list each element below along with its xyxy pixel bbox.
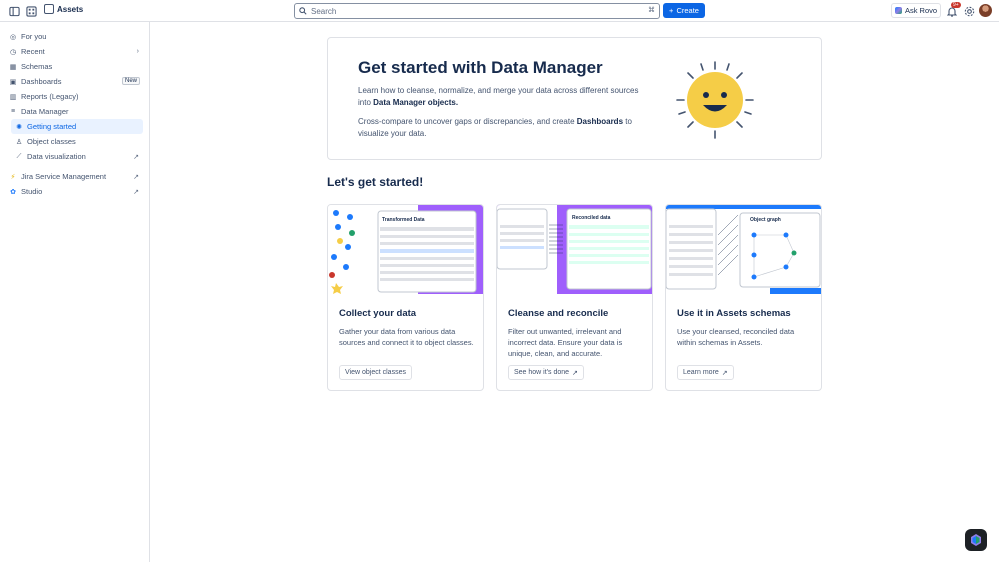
create-button[interactable]: + Create [663,3,705,18]
sidebar-item-label: Jira Service Management [21,172,107,181]
external-link-icon: ↗ [572,369,578,377]
sidebar-item-label: Recent [21,47,45,56]
card-description: Gather your data from various data sourc… [339,327,474,347]
thumb-label: Reconciled data [572,215,611,221]
person-icon: ◎ [9,33,17,41]
studio-icon: ✿ [10,188,16,196]
sidebar-item-label: Object classes [27,137,76,146]
hero-description-2: Cross-compare to uncover gaps or discrep… [358,116,648,140]
sidebar-item-label: Schemas [21,62,53,71]
hero-text: Cross-compare to uncover gaps or discrep… [358,117,577,126]
card-title: Use it in Assets schemas [677,308,791,319]
clock-icon: ◷ [9,48,17,56]
sidebar-item-schemas[interactable]: ▦ Schemas [0,59,149,74]
sidebar-item-label: Data visualization [27,152,86,161]
collect-data-illustration: Transformed Data [328,205,483,294]
sidebar-item-dashboards[interactable]: ▣ Dashboards New [0,74,149,89]
app-switcher-icon[interactable] [24,4,38,18]
sidebar-item-label: For you [21,32,47,41]
sidebar-item-jira-service-management[interactable]: ⚡ Jira Service Management ↗ [0,169,149,184]
card-title: Collect your data [339,308,417,319]
sidebar-item-label: Dashboards [21,77,62,86]
sidebar-item-label: Reports (Legacy) [21,92,79,101]
sidebar: ◎ For you ◷ Recent › ▦ Schemas ▣ Dashboa… [0,22,150,562]
button-label: Learn more [683,369,719,376]
smiling-sun-illustration [676,61,754,139]
section-title: Let's get started! [327,175,424,189]
card-description: Use your cleansed, reconciled data withi… [677,327,795,347]
command-icon: ⌘ [648,7,655,14]
sidebar-item-reports-legacy[interactable]: ▥ Reports (Legacy) [0,89,149,104]
app-name[interactable]: Assets [57,5,83,14]
sidebar-item-studio[interactable]: ✿ Studio ↗ [0,184,149,199]
user-avatar[interactable] [979,4,992,17]
sidebar-toggle-icon[interactable] [7,4,21,18]
external-link-icon: ↗ [133,153,139,161]
card-cleanse-reconcile: Reconciled data Cleanse and reconcile Fi… [496,204,653,391]
external-link-icon: ↗ [721,369,728,377]
sidebar-item-getting-started[interactable]: ✺ Getting started [11,119,143,134]
button-label: See how it's done [514,369,570,376]
chart-icon: ▥ [9,93,17,101]
sidebar-item-data-visualization[interactable]: ⟋ Data visualization ↗ [0,149,149,164]
card-description: Filter out unwanted, irrelevant and inco… [508,327,623,358]
object-graph-illustration: Object graph [666,205,821,294]
ask-rovo-button[interactable]: Ask Rovo [891,3,941,18]
thumb-label: Transformed Data [382,217,425,223]
view-object-classes-button[interactable]: View object classes [339,365,412,380]
plus-icon: + [669,6,674,15]
person-icon: ♙ [15,138,23,146]
search-icon [299,7,307,15]
sidebar-item-recent[interactable]: ◷ Recent › [0,44,149,59]
sidebar-item-label: Studio [21,187,43,196]
button-label: View object classes [345,369,406,376]
rovo-label: Ask Rovo [904,6,938,15]
cleanse-reconcile-illustration: Reconciled data [497,205,652,294]
hero-bold-text: Data Manager objects. [373,98,459,107]
sidebar-item-for-you[interactable]: ◎ For you [0,29,149,44]
top-navigation: Assets Search ⌘ + Create Ask Rovo 9+ [0,0,999,22]
sidebar-item-label: Getting started [27,122,77,131]
see-how-its-done-button[interactable]: See how it's done ↗ [508,365,584,380]
hero-description: Learn how to cleanse, normalize, and mer… [358,85,648,109]
create-label: Create [676,6,699,15]
sidebar-item-data-manager[interactable]: ≡ Data Manager [0,104,149,119]
grid-icon: ▦ [9,63,17,71]
settings-gear-icon[interactable] [962,4,976,18]
search-placeholder: Search [311,6,337,16]
search-input[interactable]: Search ⌘ [294,3,660,19]
menu-icon: ≡ [10,108,16,115]
external-link-icon: ↗ [133,188,139,196]
card-title: Cleanse and reconcile [508,308,609,319]
learn-more-button[interactable]: Learn more ↗ [677,365,734,380]
chart-icon: ⟋ [16,152,22,160]
sun-icon: ✺ [16,123,22,131]
jsm-icon: ⚡ [10,173,16,181]
assets-logo-icon[interactable] [44,4,54,14]
card-collect-data: Transformed Data Collect your data Gathe… [327,204,484,391]
chevron-right-icon: › [136,48,139,55]
hero-card: Get started with Data Manager Learn how … [327,37,822,160]
card-use-in-assets: Object graph Use it in Assets schemas Us… [665,204,822,391]
sidebar-item-label: Data Manager [21,107,69,116]
sidebar-item-object-classes[interactable]: ♙ Object classes [0,134,149,149]
rovo-icon [971,534,981,546]
hero-bold-text: Dashboards [576,117,624,126]
new-badge: New [121,77,140,85]
rovo-icon [894,7,902,14]
dashboard-icon: ▣ [9,78,17,86]
thumb-label: Object graph [750,217,781,223]
notification-badge: 9+ [951,2,961,8]
external-link-icon: ↗ [133,173,139,181]
rovo-chat-floating-button[interactable] [965,529,987,551]
page-title: Get started with Data Manager [358,58,603,77]
